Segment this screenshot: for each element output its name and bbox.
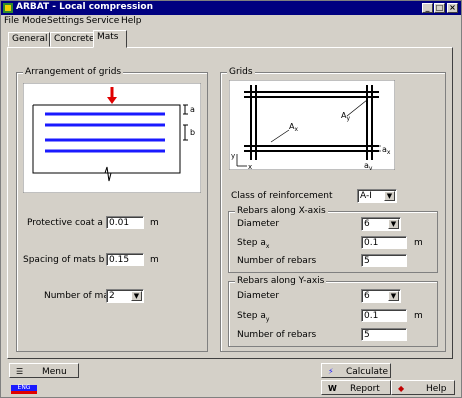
dim-a-label: a — [190, 105, 195, 114]
y-diameter-select[interactable]: 6 ▼ — [361, 289, 401, 303]
x-diameter-value: 6 — [364, 219, 370, 229]
menu-bar: File Mode Settings Service Help — [1, 15, 461, 28]
menu-button-label: Menu — [42, 367, 67, 377]
chevron-down-icon: ▼ — [131, 291, 142, 301]
app-window: ARBAT - Local compression _ □ × File Mod… — [0, 0, 462, 398]
report-button[interactable]: W Report — [321, 380, 391, 395]
number-of-mats-value: 2 — [109, 291, 115, 301]
y-step-input[interactable]: 0.1 — [361, 309, 407, 322]
class-select[interactable]: A-I ▼ — [357, 189, 397, 203]
maximize-button[interactable]: □ — [434, 3, 445, 13]
tab-general[interactable]: General — [8, 32, 50, 47]
menu-settings[interactable]: Settings — [47, 16, 84, 26]
report-button-label: Report — [350, 384, 380, 394]
spacing-unit: m — [150, 255, 159, 265]
close-button[interactable]: × — [447, 3, 458, 13]
calculate-button[interactable]: ⚡ Calculate — [321, 363, 391, 378]
menu-file[interactable]: File — [4, 16, 19, 26]
title-bar: ARBAT - Local compression _ □ × — [1, 1, 461, 15]
spacing-input[interactable]: 0.15 — [106, 253, 144, 266]
menu-icon: ☰ — [16, 367, 24, 376]
protective-coat-label: Protective coat a = — [27, 218, 114, 228]
class-label: Class of reinforcement — [231, 191, 333, 201]
tab-mats[interactable]: Mats — [93, 30, 127, 48]
window-title: ARBAT - Local compression — [16, 2, 153, 12]
y-rebars-group: Rebars along Y-axis Diameter 6 ▼ Step ay… — [228, 276, 438, 347]
arrangement-group-title: Arrangement of grids — [23, 67, 124, 77]
y-diameter-label: Diameter — [237, 291, 280, 301]
protective-coat-input[interactable]: 0.01 — [106, 216, 144, 229]
chevron-down-icon: ▼ — [388, 219, 399, 229]
y-num-label: Number of rebars — [237, 330, 317, 340]
tab-mats-label: Mats — [97, 32, 119, 42]
tab-concrete[interactable]: Concrete — [50, 32, 95, 47]
help-icon: ◆ — [398, 384, 405, 393]
app-icon — [3, 3, 13, 13]
grids-group-title: Grids — [227, 67, 255, 77]
report-icon: W — [328, 384, 337, 393]
x-step-input[interactable]: 0.1 — [361, 236, 407, 249]
y-step-label: Step ay — [237, 311, 270, 323]
x-num-input[interactable]: 5 — [361, 254, 407, 267]
minimize-button[interactable]: _ — [422, 3, 433, 13]
calculate-icon: ⚡ — [328, 367, 334, 376]
class-value: A-I — [360, 191, 372, 201]
help-button[interactable]: ◆ Help — [391, 380, 455, 395]
x-diameter-select[interactable]: 6 ▼ — [361, 217, 401, 231]
help-button-label: Help — [426, 384, 447, 394]
tab-concrete-label: Concrete — [54, 34, 95, 44]
arrangement-diagram: a b — [23, 83, 201, 193]
x-num-label: Number of rebars — [237, 256, 317, 266]
number-of-mats-select[interactable]: 2 ▼ — [106, 289, 144, 303]
y-num-input[interactable]: 5 — [361, 328, 407, 341]
menu-service[interactable]: Service — [86, 16, 119, 26]
protective-coat-unit: m — [150, 218, 159, 228]
menu-mode[interactable]: Mode — [22, 16, 47, 26]
y-rebars-title: Rebars along Y-axis — [235, 276, 327, 286]
x-diameter-label: Diameter — [237, 219, 280, 229]
chevron-down-icon: ▼ — [384, 191, 395, 201]
x-step-unit: m — [414, 238, 423, 248]
y-diameter-value: 6 — [364, 291, 370, 301]
y-step-unit: m — [414, 311, 423, 321]
x-step-label: Step ax — [237, 238, 270, 250]
grids-diagram: Ax Ay y x ax ay — [229, 80, 395, 170]
menu-help[interactable]: Help — [121, 16, 142, 26]
arrangement-group: Arrangement of grids a b Protective coat… — [16, 67, 208, 352]
spacing-label: Spacing of mats b = — [23, 255, 115, 265]
status-badge: ENG — [11, 385, 37, 394]
tab-general-label: General — [12, 34, 48, 44]
x-rebars-title: Rebars along X-axis — [235, 206, 328, 216]
axis-x-label: x — [248, 163, 252, 170]
menu-button[interactable]: ☰ Menu — [9, 363, 79, 378]
dim-b-label: b — [190, 128, 195, 137]
tab-panel-mats: Arrangement of grids a b Protective coat… — [7, 47, 453, 359]
calculate-button-label: Calculate — [346, 367, 389, 377]
x-rebars-group: Rebars along X-axis Diameter 6 ▼ Step ax… — [228, 206, 438, 273]
axis-y-label: y — [231, 152, 235, 160]
chevron-down-icon: ▼ — [388, 291, 399, 301]
grids-group: Grids Ax Ay y x ax ay Class of reinforce… — [220, 67, 446, 352]
